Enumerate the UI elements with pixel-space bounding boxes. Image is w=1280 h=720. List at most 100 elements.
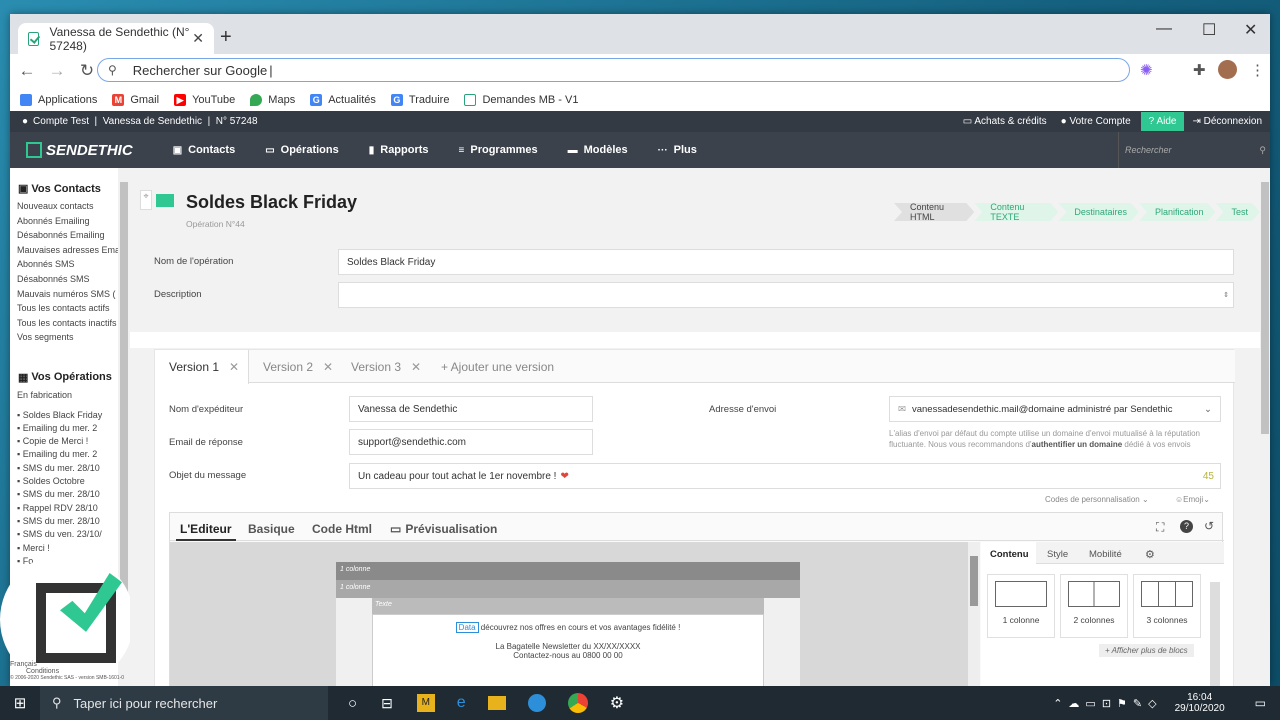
emoji-dropdown[interactable]: ☺Emoji⌄: [1175, 495, 1210, 504]
sidebar-contact-item[interactable]: Mauvais numéros SMS (: [17, 287, 118, 302]
sender-input[interactable]: Vanessa de Sendethic: [349, 396, 593, 422]
nav-modeles[interactable]: ▬ Modèles: [568, 144, 628, 156]
achats-link[interactable]: ▭ Achats & crédits: [963, 116, 1047, 127]
authenticate-domain-link[interactable]: authentifier un domaine: [1032, 440, 1123, 449]
sidebar-operation-item[interactable]: ▪ Emailing du mer. 2: [17, 422, 118, 435]
vos-contacts-heading[interactable]: ▣ Vos Contacts: [18, 182, 118, 196]
file-explorer-icon[interactable]: [487, 696, 506, 710]
sidebar-contact-item[interactable]: Tous les contacts actifs: [17, 301, 118, 316]
block-3-colonnes[interactable]: 3 colonnes: [1133, 574, 1201, 638]
history-icon[interactable]: ↺: [1204, 519, 1214, 533]
address-select[interactable]: ✉ vanessadesendethic.mail@domaine adminis…: [889, 396, 1221, 422]
tab-version-2[interactable]: Version 2 ✕: [263, 360, 333, 374]
system-tray-icons[interactable]: ⌃☁▭⊡⚑✎◇: [1053, 697, 1162, 710]
sidebar-contact-item[interactable]: Désabonnés Emailing: [17, 228, 118, 243]
step-planification[interactable]: Planification: [1139, 203, 1216, 221]
windows-start-icon[interactable]: ⊞: [0, 694, 40, 712]
fullscreen-icon[interactable]: ⛶: [1156, 520, 1164, 535]
new-tab-icon[interactable]: +: [220, 26, 232, 49]
bookmark-traduire[interactable]: G Traduire: [390, 94, 449, 106]
sidebar-contact-item[interactable]: Abonnés SMS: [17, 257, 118, 272]
sidebar-operation-item[interactable]: ▪ SMS du mer. 28/10: [17, 462, 118, 475]
close-window-icon[interactable]: ✕: [1244, 20, 1257, 40]
bookmark-actualites[interactable]: G Actualités: [310, 94, 376, 106]
bookmark-gmail[interactable]: M Gmail: [112, 94, 159, 106]
browser-app-icon[interactable]: [527, 694, 546, 712]
tab-previsualisation[interactable]: ▭ Prévisualisation: [390, 522, 497, 536]
task-view-icon[interactable]: ○: [348, 695, 357, 712]
operation-name-input[interactable]: Soldes Black Friday: [338, 249, 1234, 275]
row-1-colonne-2[interactable]: 1 colonne: [336, 580, 800, 598]
add-version-button[interactable]: + Ajouter une version: [441, 360, 554, 374]
sidebar-operation-item[interactable]: ▪ SMS du mer. 28/10: [17, 488, 118, 501]
taskview-grid-icon[interactable]: ⊟: [381, 695, 393, 712]
sidebar-contact-item[interactable]: Abonnés Emailing: [17, 214, 118, 229]
deconnexion-link[interactable]: ⇥ Déconnexion: [1192, 116, 1262, 127]
bookmark-youtube[interactable]: ▶ YouTube: [174, 94, 235, 106]
tab-basique[interactable]: Basique: [248, 522, 295, 536]
step-test[interactable]: Test: [1215, 203, 1260, 221]
nav-contacts[interactable]: ▣ Contacts: [173, 144, 236, 156]
reply-input[interactable]: support@sendethic.com: [349, 429, 593, 455]
tab-mobilite[interactable]: Mobilité: [1089, 549, 1122, 560]
tab-editeur[interactable]: L'Editeur: [180, 522, 232, 536]
settings-gear-icon[interactable]: ⚙: [610, 693, 624, 713]
compte-link[interactable]: ● Votre Compte: [1061, 116, 1131, 127]
step-contenu-html[interactable]: Contenu HTML: [894, 203, 974, 221]
omnibox-input[interactable]: ⚲ Rechercher sur Google |: [97, 58, 1130, 82]
sidebar-contact-item[interactable]: Mauvaises adresses Ema: [17, 243, 118, 258]
extension-icon[interactable]: ✺: [1140, 61, 1153, 79]
block-2-colonnes[interactable]: 2 colonnes: [1060, 574, 1128, 638]
tab-code-html[interactable]: Code Html: [312, 522, 372, 536]
sidebar-operation-item[interactable]: ▪ Copie de Merci !: [17, 435, 118, 448]
sidebar-scroll-thumb[interactable]: [120, 182, 128, 602]
sidebar-contact-item[interactable]: Nouveaux contacts: [17, 199, 118, 214]
tab-contenu[interactable]: Contenu: [981, 542, 1036, 565]
browser-tab[interactable]: Vanessa de Sendethic (N° 57248) ✕: [18, 23, 214, 54]
bookmark-demandes[interactable]: Demandes MB - V1: [464, 94, 578, 106]
sidebar-operation-item[interactable]: ▪ Soldes Black Friday: [17, 409, 118, 422]
text-block[interactable]: Data découvrez nos offres en cours et vo…: [372, 614, 764, 686]
sidebar-contact-item[interactable]: Désabonnés SMS: [17, 272, 118, 287]
sidebar-operation-item[interactable]: ▪ SMS du mer. 28/10: [17, 515, 118, 528]
minimize-icon[interactable]: —: [1156, 20, 1172, 38]
sidebar-contact-item[interactable]: Vos segments: [17, 330, 118, 345]
vos-operations-heading[interactable]: ▦ Vos Opérations: [18, 371, 118, 384]
app-icon[interactable]: M: [416, 694, 435, 712]
pin-icon[interactable]: ⌖: [140, 190, 152, 210]
maximize-icon[interactable]: ☐: [1202, 20, 1216, 40]
aide-button[interactable]: ? Aide: [1140, 112, 1185, 131]
codes-dropdown[interactable]: Codes de personnalisation ⌄: [1045, 495, 1149, 504]
show-more-blocks-button[interactable]: + Afficher plus de blocs: [1099, 644, 1194, 657]
blocks-scrollbar[interactable]: [1210, 582, 1220, 686]
row-1-colonne[interactable]: 1 colonne: [336, 562, 800, 580]
back-icon[interactable]: ←: [12, 61, 42, 81]
canvas-scrollbar[interactable]: [968, 542, 980, 686]
bookmark-maps[interactable]: Maps: [250, 94, 295, 106]
step-contenu-texte[interactable]: Contenu TEXTE: [974, 203, 1058, 221]
clock[interactable]: 16:04 29/10/2020: [1175, 692, 1225, 714]
forward-icon[interactable]: →: [42, 61, 72, 81]
nav-programmes[interactable]: ≡ Programmes: [459, 144, 538, 156]
nav-operations[interactable]: ▭ Opérations: [265, 144, 339, 156]
sidebar-operation-item[interactable]: ▪ Emailing du mer. 2: [17, 448, 118, 461]
block-1-colonne[interactable]: 1 colonne: [987, 574, 1055, 638]
puzzle-icon[interactable]: ✚: [1193, 61, 1206, 79]
sidebar-operation-item[interactable]: ▪ Rappel RDV 28/10: [17, 502, 118, 515]
step-destinataires[interactable]: Destinataires: [1058, 203, 1139, 221]
sidebar-operation-item[interactable]: ▪ SMS du ven. 23/10/: [17, 528, 118, 541]
sidebar-contact-item[interactable]: Tous les contacts inactifs: [17, 316, 118, 331]
edge-icon[interactable]: e: [457, 694, 466, 712]
tab-style[interactable]: Style: [1047, 549, 1068, 560]
nav-plus[interactable]: ··· Plus: [658, 144, 697, 156]
nav-rapports[interactable]: ▮ Rapports: [369, 144, 429, 156]
description-textarea[interactable]: ⇕: [338, 282, 1234, 308]
help-icon[interactable]: ?: [1180, 520, 1193, 533]
avatar[interactable]: [1218, 60, 1237, 79]
content-scroll-thumb[interactable]: [1261, 182, 1269, 434]
header-search-input[interactable]: Rechercher ⚲: [1118, 132, 1270, 168]
menu-icon[interactable]: ⋮: [1250, 61, 1265, 79]
subject-input[interactable]: Un cadeau pour tout achat le 1er novembr…: [349, 463, 1221, 489]
notifications-icon[interactable]: ▭: [1255, 696, 1266, 710]
gear-icon[interactable]: ⚙: [1145, 548, 1155, 561]
